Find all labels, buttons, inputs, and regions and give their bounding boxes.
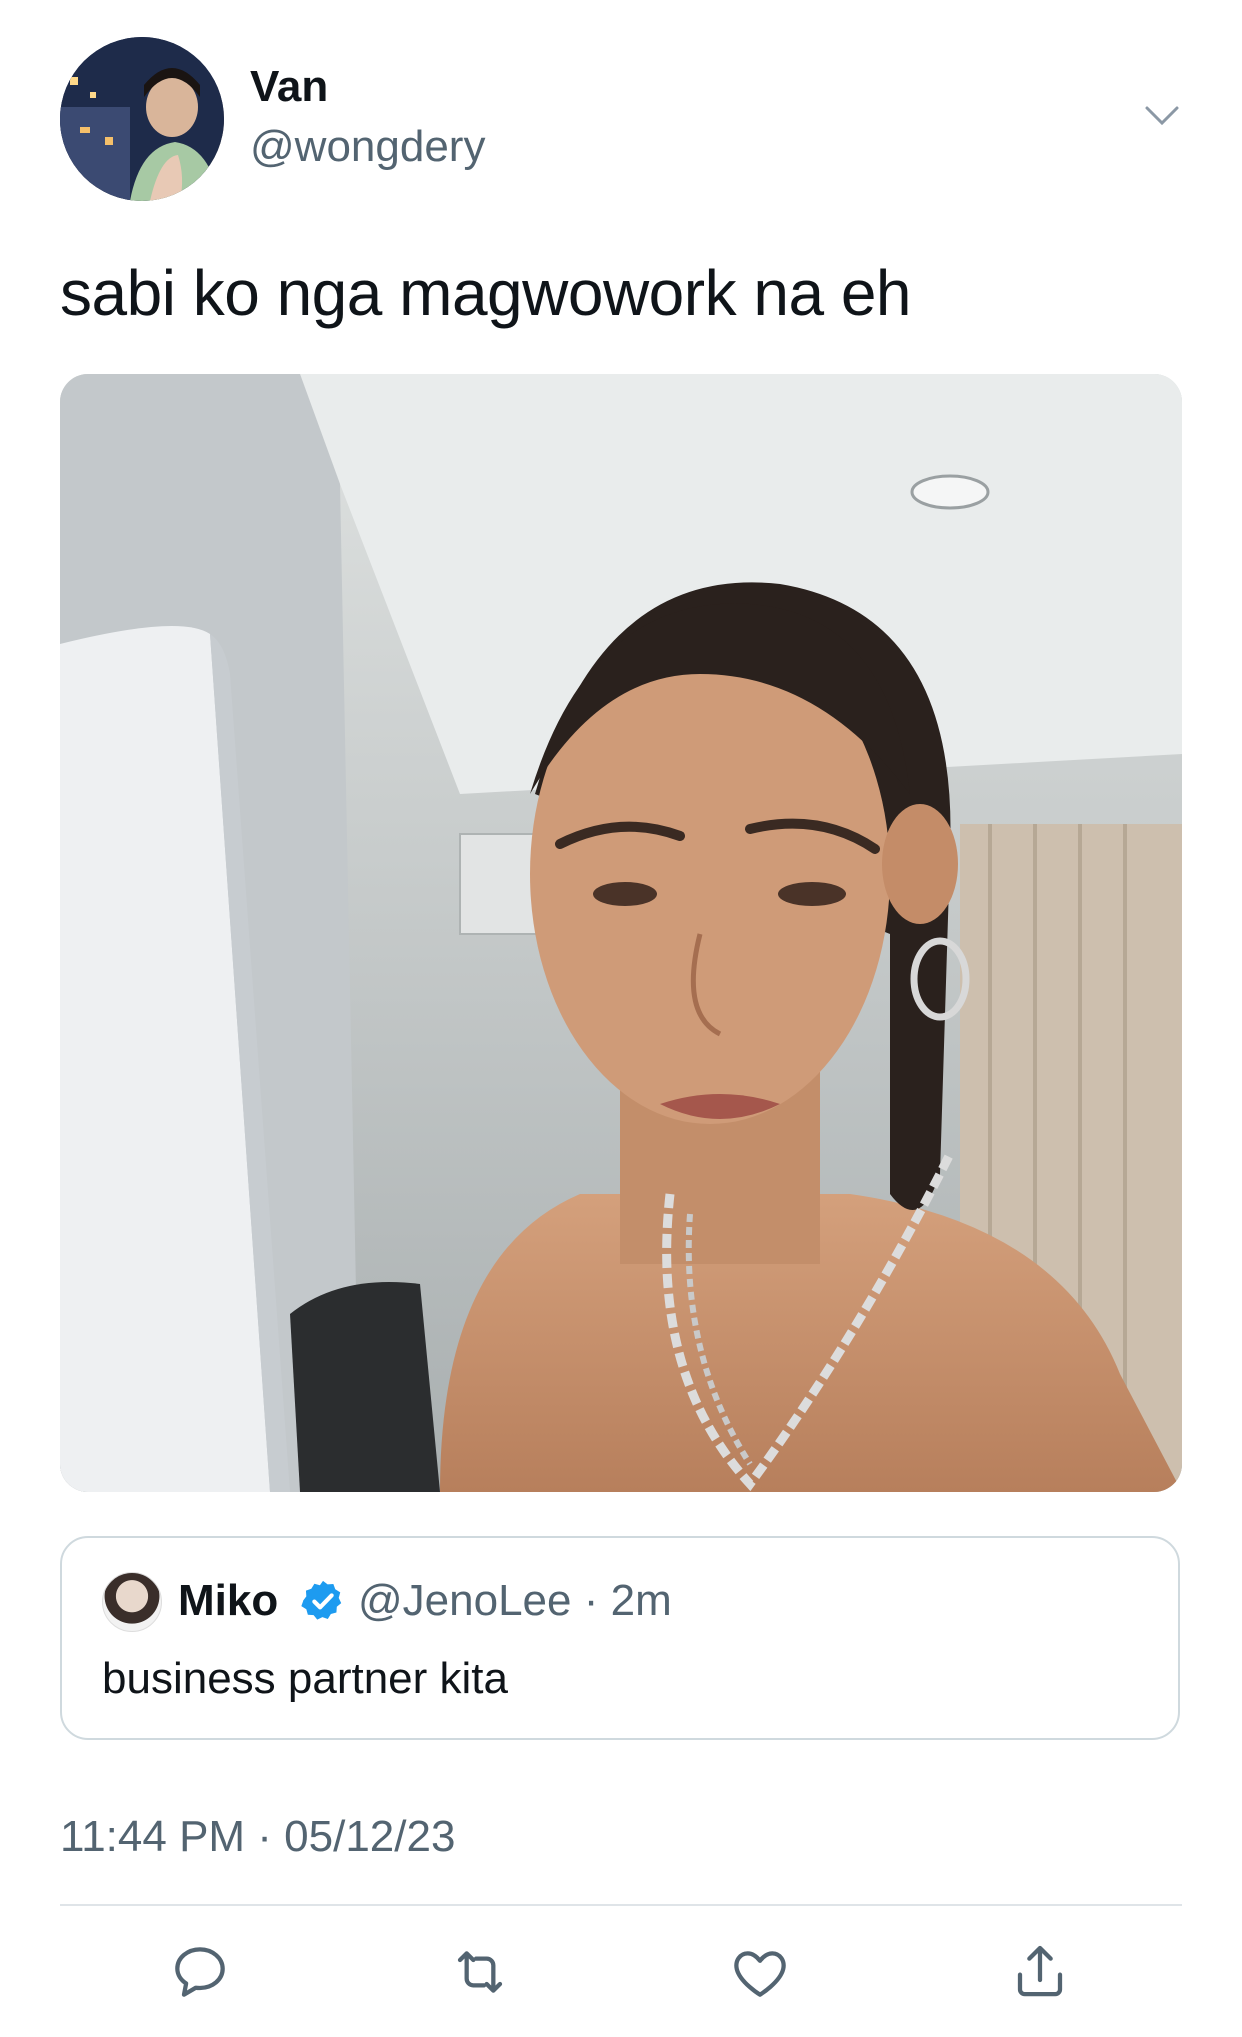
chevron-down-icon[interactable] — [1144, 104, 1180, 128]
quoted-author-name: Miko — [178, 1576, 279, 1625]
tweet-media-image[interactable] — [60, 374, 1182, 1492]
heart-icon[interactable] — [728, 1940, 792, 2004]
author-handle[interactable]: @wongdery — [250, 122, 485, 172]
divider — [60, 1904, 1182, 1906]
share-icon[interactable] — [1008, 1940, 1072, 2004]
tweet-timestamp[interactable]: 11:44 PM · 05/12/23 — [60, 1812, 455, 1862]
author-avatar[interactable] — [60, 37, 224, 201]
tweet-text: sabi ko nga magwowork na eh — [60, 257, 912, 329]
quoted-tweet-card[interactable]: Miko @JenoLee · 2m business partner kita — [60, 1536, 1180, 1740]
retweet-icon[interactable] — [448, 1940, 512, 2004]
author-name[interactable]: Van — [250, 62, 328, 112]
verified-badge-icon — [300, 1578, 346, 1624]
reply-icon[interactable] — [168, 1940, 232, 2004]
quoted-handle-time: @JenoLee · 2m — [358, 1576, 672, 1625]
quoted-author-avatar[interactable] — [102, 1572, 162, 1632]
quoted-tweet-text: business partner kita — [102, 1654, 508, 1703]
